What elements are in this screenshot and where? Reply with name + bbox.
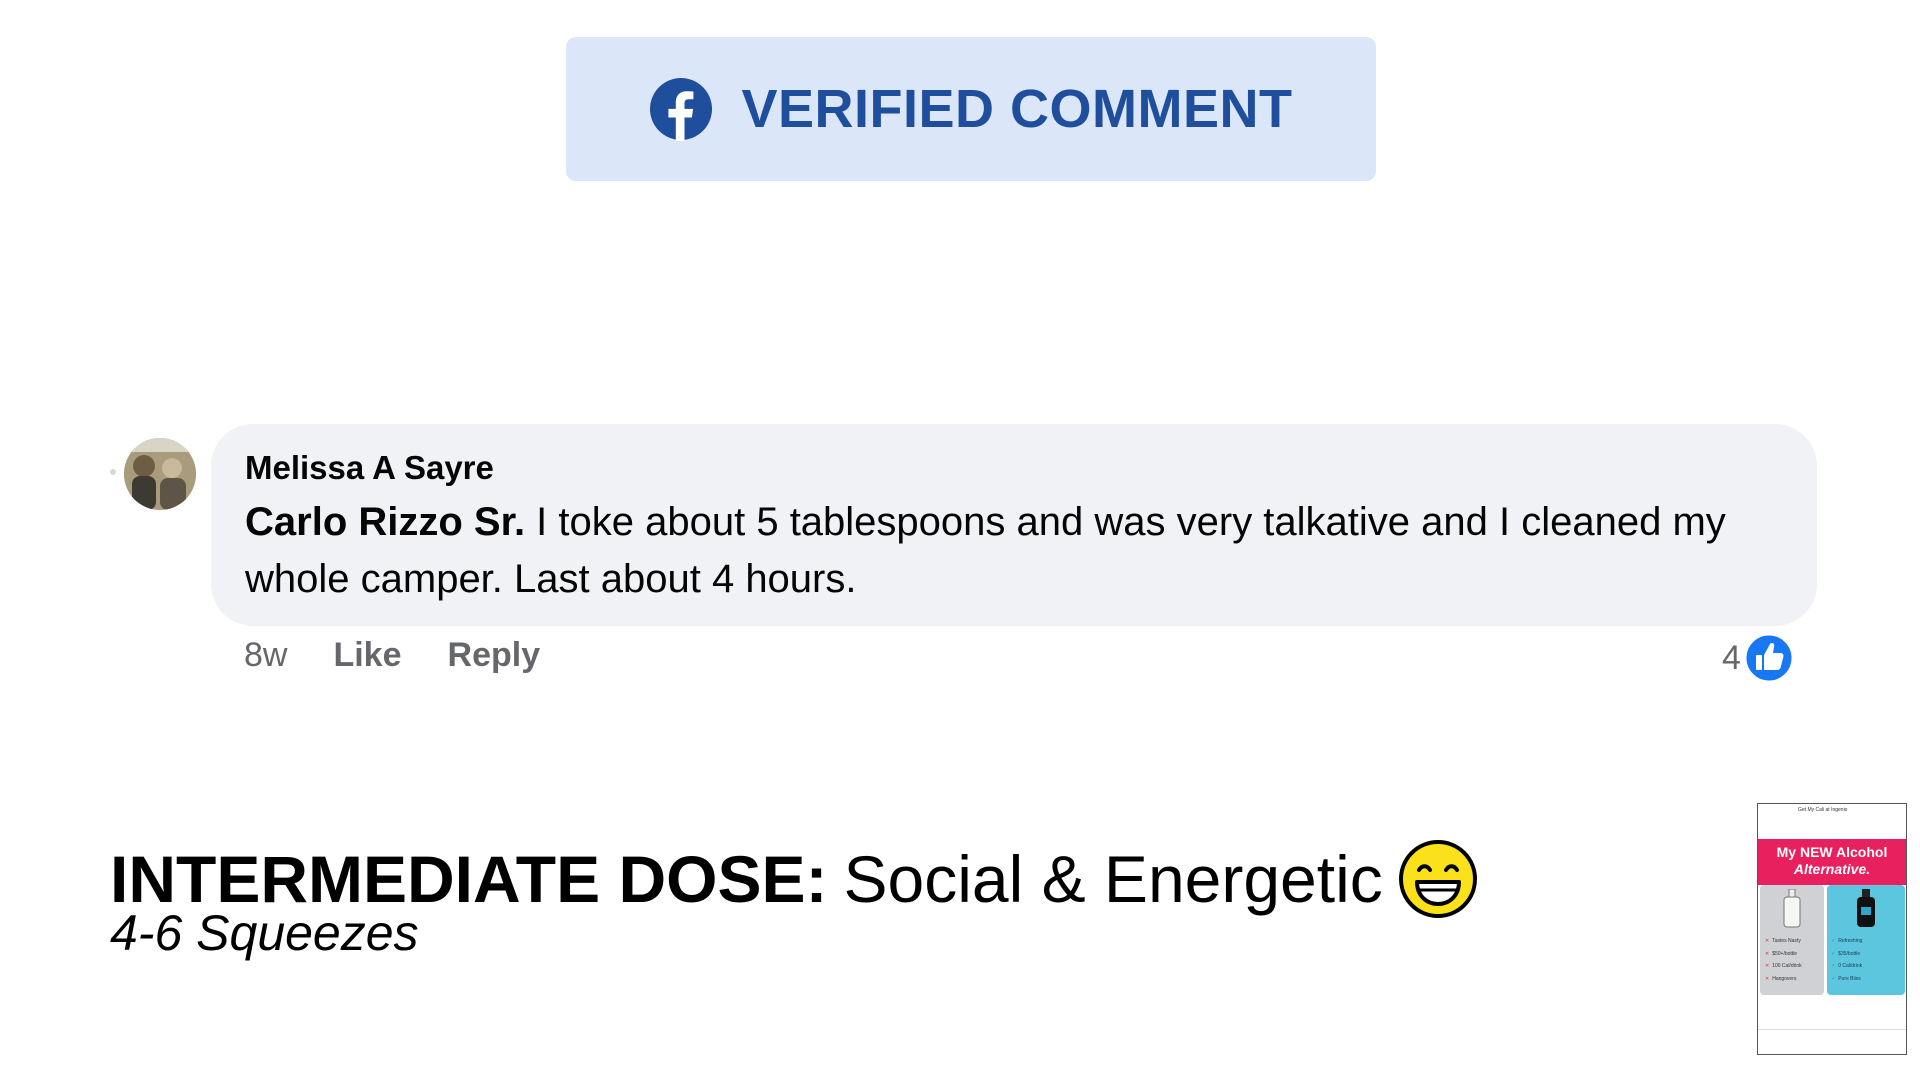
avatar[interactable] <box>124 438 196 510</box>
comment-author[interactable]: Melissa A Sayre <box>245 446 1787 490</box>
thumbnail-banner-line1: My NEW Alcohol <box>1776 844 1888 860</box>
like-icon <box>1743 632 1795 684</box>
bottle-icon <box>1857 889 1875 927</box>
list-item: ✕ Hangovers <box>1765 975 1797 982</box>
like-button[interactable]: Like <box>333 636 401 675</box>
list-item: ✓ 0 Cal/drink <box>1831 963 1863 969</box>
thumbnail-divider <box>1758 1029 1906 1030</box>
reaction-summary[interactable]: 4 <box>1722 632 1795 684</box>
list-item: ✕ $50+/bottle <box>1765 950 1798 957</box>
badge-label: VERIFIED COMMENT <box>741 79 1293 139</box>
list-item: ✓ Refreshing <box>1831 938 1863 944</box>
thumbnail-banner-line2: Alternative. <box>1793 861 1871 877</box>
list-item: ✓ $35/bottle <box>1831 950 1861 957</box>
thumbnail-left-list: ✕ Tastes Nasty ✕ $50+/bottle ✕ 100 Cal/drin… <box>1765 935 1802 985</box>
comment-text: Carlo Rizzo Sr. I toke about 5 tablespoo… <box>245 494 1787 608</box>
reaction-count: 4 <box>1722 638 1741 677</box>
comment-time[interactable]: 8w <box>244 636 287 675</box>
thumbnail-header: Get My Cali at Ingenio <box>1758 804 1906 841</box>
facebook-icon <box>650 78 713 141</box>
bottle-icon <box>1783 889 1801 928</box>
comment-actions: 8w Like Reply <box>244 636 540 675</box>
grinning-face-icon <box>1398 840 1477 918</box>
thumbnail-right-list: ✓ Refreshing ✓ $35/bottle ✓ 0 Cal/drink ✓ Pu… <box>1831 935 1862 985</box>
thread-dot <box>110 469 116 475</box>
comment-bubble: Melissa A Sayre Carlo Rizzo Sr. I toke a… <box>211 424 1817 626</box>
reply-button[interactable]: Reply <box>448 636 541 675</box>
thumbnail-banner: My NEW Alcohol Alternative. <box>1758 839 1906 885</box>
dose-subtitle: 4-6 Squeezes <box>110 905 419 961</box>
avatar-image <box>124 438 196 510</box>
list-item: ✕ Tastes Nasty <box>1765 938 1801 944</box>
thumbnail-header-title: Get My Cali at Ingenio <box>1798 807 1848 813</box>
list-item: ✓ Pure Bliss <box>1831 975 1861 982</box>
dose-title-rest: Social & Energetic <box>843 842 1383 916</box>
comment-mention[interactable]: Carlo Rizzo Sr. <box>245 500 525 544</box>
ad-thumbnail[interactable]: Get My Cali at Ingenio My NEW Alcohol Al… <box>1757 803 1907 1055</box>
list-item: ✕ 100 Cal/drink <box>1765 963 1802 969</box>
verified-comment-badge: VERIFIED COMMENT <box>566 37 1376 181</box>
